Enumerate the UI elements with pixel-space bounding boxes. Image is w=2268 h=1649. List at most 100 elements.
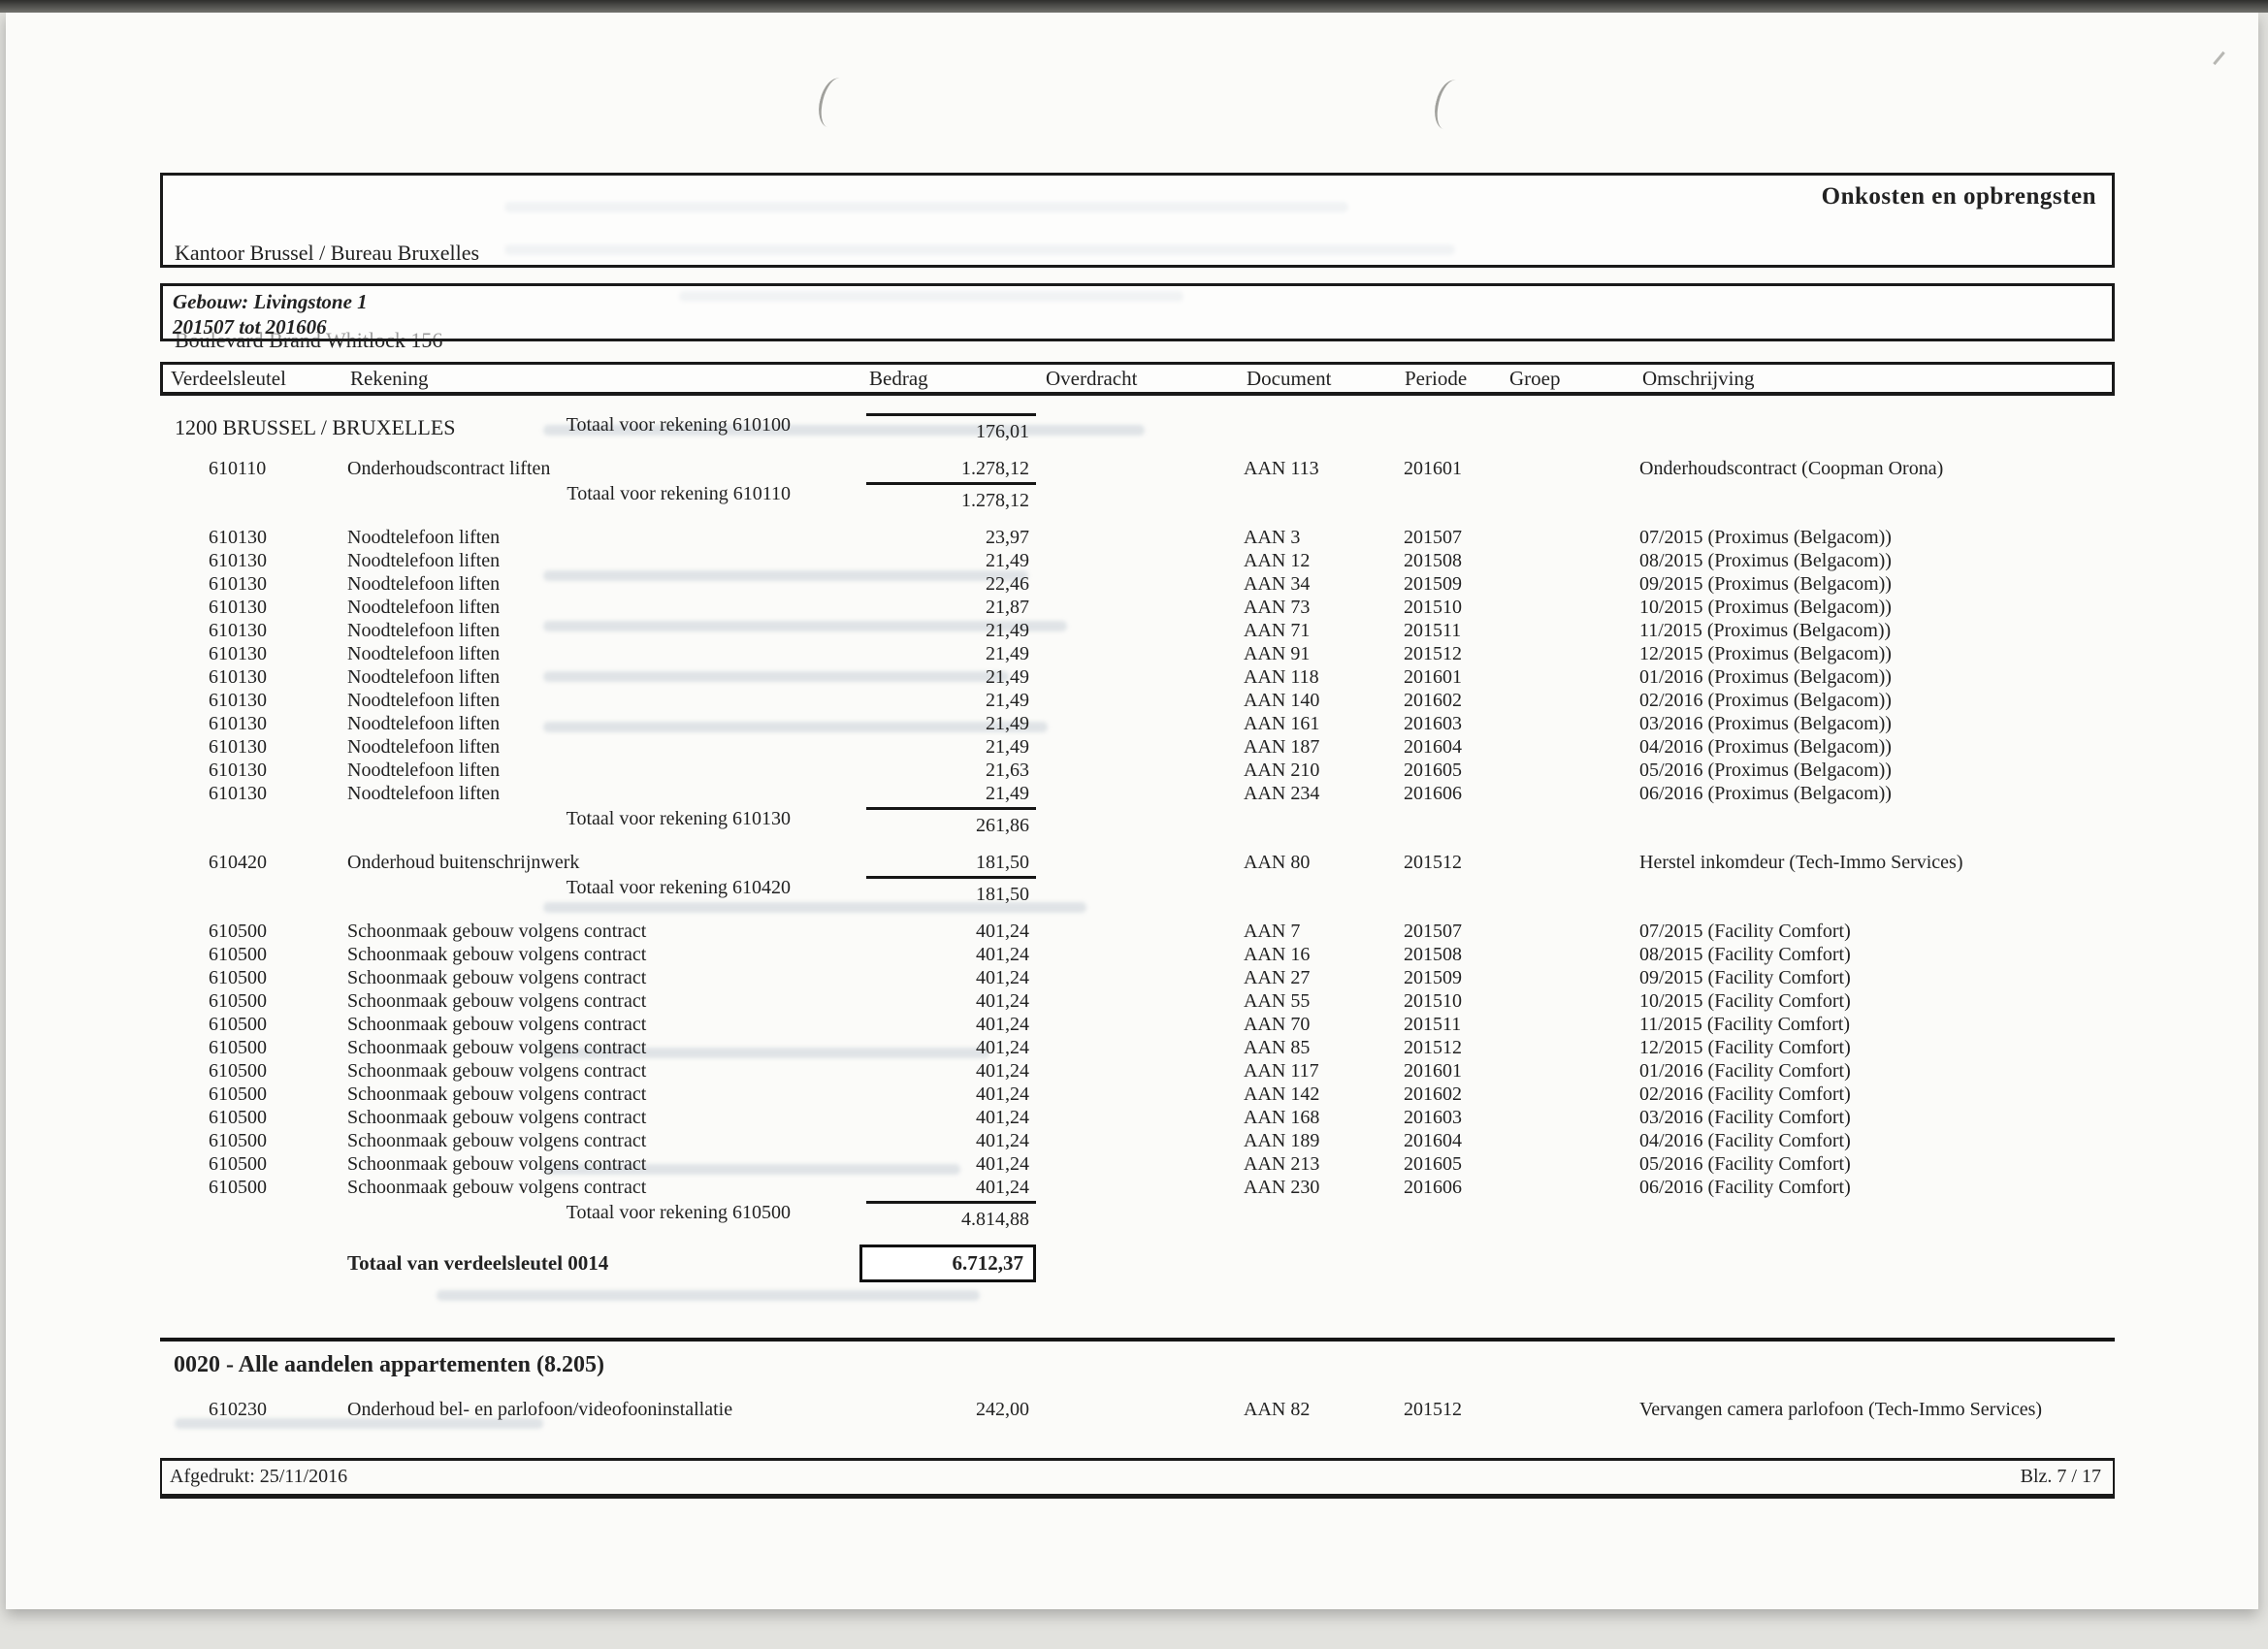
table-row: 610500 Schoonmaak gebouw volgens contrac… — [160, 943, 2115, 966]
cell-omschrijving: 08/2015 (Facility Comfort) — [1639, 943, 2115, 966]
cell-groep — [1507, 920, 1639, 943]
cell-omschrijving: 01/2016 (Proximus (Belgacom)) — [1639, 665, 2115, 689]
account-total-row: Totaal voor rekening 610100 176,01 — [160, 413, 2115, 443]
cell-groep — [1507, 665, 1639, 689]
cell-overdracht — [1029, 782, 1242, 805]
cell-bedrag: 21,49 — [866, 549, 1029, 572]
cell-document: AAN 113 — [1242, 457, 1402, 480]
cell-rekening: Schoonmaak gebouw volgens contract — [347, 1129, 866, 1152]
cell-document: AAN 12 — [1242, 549, 1402, 572]
cell-rekening: Schoonmaak gebouw volgens contract — [347, 989, 866, 1013]
cell-overdracht — [1029, 1059, 1242, 1083]
cell-rekening: Onderhoud buitenschrijnwerk — [347, 851, 866, 874]
cell-bedrag: 21,49 — [866, 619, 1029, 642]
cell-groep — [1507, 1176, 1639, 1199]
cell-omschrijving: 03/2016 (Proximus (Belgacom)) — [1639, 712, 2115, 735]
cell-rekening: Noodtelefoon liften — [347, 735, 866, 759]
total-label: Totaal voor rekening 610100 — [209, 413, 866, 443]
cell-groep — [1507, 1013, 1639, 1036]
cell-rekening: Schoonmaak gebouw volgens contract — [347, 1036, 866, 1059]
account-group: 610110 Onderhoudscontract liften 1.278,1… — [160, 457, 2115, 512]
total-amount: 181,50 — [866, 876, 1036, 906]
cell-omschrijving: 05/2016 (Proximus (Belgacom)) — [1639, 759, 2115, 782]
cell-verdeelsleutel: 610130 — [209, 642, 347, 665]
account-total-row: Totaal voor rekening 610130 261,86 — [160, 807, 2115, 837]
cell-periode: 201601 — [1402, 1059, 1507, 1083]
col-rekening: Rekening — [350, 365, 869, 392]
cell-bedrag: 22,46 — [866, 572, 1029, 596]
account-total-row: Totaal voor rekening 610110 1.278,12 — [160, 482, 2115, 512]
cell-verdeelsleutel: 610130 — [209, 735, 347, 759]
cell-periode: 201604 — [1402, 1129, 1507, 1152]
section-0020-title: 0020 - Alle aandelen appartementen (8.20… — [174, 1352, 604, 1378]
account-group: 610420 Onderhoud buitenschrijnwerk 181,5… — [160, 851, 2115, 906]
cell-document: AAN 71 — [1242, 619, 1402, 642]
cell-overdracht — [1029, 851, 1242, 874]
table-row: 610500 Schoonmaak gebouw volgens contrac… — [160, 1036, 2115, 1059]
cell-bedrag: 21,49 — [866, 782, 1029, 805]
cell-periode: 201508 — [1402, 549, 1507, 572]
cell-groep — [1507, 989, 1639, 1013]
total-amount: 4.814,88 — [866, 1201, 1036, 1231]
total-tail-spacer — [1036, 876, 2115, 906]
cell-rekening: Onderhoudscontract liften — [347, 457, 866, 480]
cell-bedrag: 21,49 — [866, 735, 1029, 759]
cell-omschrijving: 05/2016 (Facility Comfort) — [1639, 1152, 2115, 1176]
section-0020-row-host: 610230 Onderhoud bel- en parlofoon/video… — [160, 1398, 2115, 1421]
cell-periode: 201510 — [1402, 989, 1507, 1013]
cell-overdracht — [1029, 712, 1242, 735]
cell-overdracht — [1029, 1013, 1242, 1036]
cell-document: AAN 213 — [1242, 1152, 1402, 1176]
account-total-row: Totaal voor rekening 610420 181,50 — [160, 876, 2115, 906]
cell-overdracht — [1029, 966, 1242, 989]
cell-groep — [1507, 549, 1639, 572]
cell-overdracht — [1029, 943, 1242, 966]
cell-bedrag: 401,24 — [866, 1036, 1029, 1059]
cell-document: AAN 73 — [1242, 596, 1402, 619]
table-row: 610130 Noodtelefoon liften 21,49 AAN 118… — [160, 665, 2115, 689]
cell-rekening: Noodtelefoon liften — [347, 619, 866, 642]
total-amount: 176,01 — [866, 413, 1036, 443]
cell-bedrag: 401,24 — [866, 1083, 1029, 1106]
cell-verdeelsleutel: 610130 — [209, 572, 347, 596]
cell-verdeelsleutel: 610500 — [209, 1083, 347, 1106]
cell-omschrijving: 10/2015 (Facility Comfort) — [1639, 989, 2115, 1013]
cell-document: AAN 55 — [1242, 989, 1402, 1013]
section-divider-rule — [160, 1338, 2115, 1342]
total-tail-spacer — [1036, 413, 2115, 443]
cell-bedrag: 181,50 — [866, 851, 1029, 874]
cell-bedrag: 21,87 — [866, 596, 1029, 619]
cell-periode: 201507 — [1402, 920, 1507, 943]
table-row: 610500 Schoonmaak gebouw volgens contrac… — [160, 1083, 2115, 1106]
table-row: 610500 Schoonmaak gebouw volgens contrac… — [160, 966, 2115, 989]
cell-bedrag: 401,24 — [866, 1013, 1029, 1036]
cell-overdracht — [1029, 642, 1242, 665]
cell-periode: 201603 — [1402, 1106, 1507, 1129]
cell-rekening: Noodtelefoon liften — [347, 689, 866, 712]
cell-omschrijving: 07/2015 (Facility Comfort) — [1639, 920, 2115, 943]
building-period: 201507 tot 201606 — [173, 314, 368, 340]
cell-verdeelsleutel: 610130 — [209, 712, 347, 735]
cell-verdeelsleutel: 610130 — [209, 619, 347, 642]
cell-verdeelsleutel: 610420 — [209, 851, 347, 874]
cell-omschrijving: 07/2015 (Proximus (Belgacom)) — [1639, 526, 2115, 549]
table-row: 610130 Noodtelefoon liften 22,46 AAN 34 … — [160, 572, 2115, 596]
col-periode: Periode — [1405, 365, 1509, 392]
cell-groep — [1507, 735, 1639, 759]
cell-bedrag: 242,00 — [866, 1398, 1029, 1421]
cell-verdeelsleutel: 610500 — [209, 920, 347, 943]
cell-omschrijving: 11/2015 (Facility Comfort) — [1639, 1013, 2115, 1036]
cell-periode: 201512 — [1402, 1036, 1507, 1059]
cell-rekening: Noodtelefoon liften — [347, 782, 866, 805]
page-number-label: Blz. 7 / 17 — [2021, 1466, 2101, 1488]
cell-omschrijving: 02/2016 (Proximus (Belgacom)) — [1639, 689, 2115, 712]
table-row: 610130 Noodtelefoon liften 21,49 AAN 91 … — [160, 642, 2115, 665]
table-row: 610130 Noodtelefoon liften 21,49 AAN 187… — [160, 735, 2115, 759]
account-total-row: Totaal voor rekening 610500 4.814,88 — [160, 1201, 2115, 1231]
cell-omschrijving: Herstel inkomdeur (Tech-Immo Services) — [1639, 851, 2115, 874]
cell-rekening: Schoonmaak gebouw volgens contract — [347, 1106, 866, 1129]
col-groep: Groep — [1509, 365, 1642, 392]
cell-groep — [1507, 1398, 1639, 1421]
cell-overdracht — [1029, 457, 1242, 480]
cell-overdracht — [1029, 1036, 1242, 1059]
